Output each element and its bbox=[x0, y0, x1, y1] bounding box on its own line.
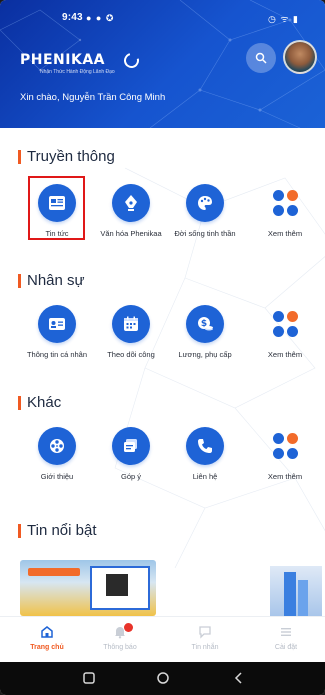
menu-item-introduction[interactable]: Giới thiệu bbox=[22, 427, 92, 482]
avatar[interactable] bbox=[283, 40, 317, 74]
section-title-hr: Nhân sự bbox=[18, 272, 85, 289]
palette-icon bbox=[186, 184, 224, 222]
app-screen: 9:43 ● ● ✪ ◷ ᯤ ▮ PHENIKAA Nhận Thức Hành… bbox=[0, 0, 325, 695]
status-bar: 9:43 ● ● ✪ ◷ ᯤ ▮ bbox=[0, 12, 325, 28]
menu-item-feedback[interactable]: Góp ý bbox=[96, 427, 166, 482]
bottom-navigation: Trang chủ Thông báo Tin nhắn Cài đặt bbox=[0, 616, 325, 662]
recent-apps-icon[interactable] bbox=[82, 671, 96, 690]
search-button[interactable] bbox=[246, 43, 276, 73]
news-thumbnail[interactable] bbox=[20, 560, 156, 616]
section-title-text: Truyền thông bbox=[27, 148, 115, 165]
nav-notifications[interactable]: Thông báo bbox=[90, 623, 150, 651]
menu-item-more-media[interactable]: Xem thêm bbox=[250, 184, 320, 239]
back-icon[interactable] bbox=[232, 671, 246, 690]
home-icon bbox=[17, 623, 77, 641]
section-title-text: Tin nổi bật bbox=[27, 522, 97, 539]
section-accent-bar bbox=[18, 395, 21, 410]
status-icons: ● ● ✪ bbox=[86, 13, 115, 23]
menu-item-more-hr[interactable]: Xem thêm bbox=[250, 305, 320, 360]
menu-item-label: Theo dõi công bbox=[107, 350, 155, 359]
nav-label: Tin nhắn bbox=[191, 644, 219, 651]
menu-item-spiritual-life[interactable]: Đời sống tinh thần bbox=[170, 184, 240, 239]
status-time: 9:43 bbox=[62, 12, 83, 23]
menu-item-label: Giới thiệu bbox=[40, 472, 74, 481]
menu-item-label: Lương, phụ cấp bbox=[178, 350, 232, 359]
menu-item-label: Xem thêm bbox=[267, 472, 303, 481]
menu-item-label: Đời sống tinh thần bbox=[174, 229, 236, 238]
feedback-icon bbox=[112, 427, 150, 465]
section-title-text: Khác bbox=[27, 394, 62, 411]
menu-item-more-other[interactable]: Xem thêm bbox=[250, 427, 320, 482]
brand-name: PHENIKAA bbox=[20, 52, 105, 68]
nav-home[interactable]: Trang chủ bbox=[17, 623, 77, 651]
nav-messages[interactable]: Tin nhắn bbox=[175, 623, 235, 651]
menu-item-attendance[interactable]: Theo dõi công bbox=[96, 305, 166, 360]
nav-label: Trang chủ bbox=[30, 644, 64, 651]
section-accent-bar bbox=[18, 149, 21, 164]
section-accent-bar bbox=[18, 523, 21, 538]
more-dots-icon bbox=[266, 427, 304, 465]
menu-item-label: Xem thêm bbox=[267, 350, 303, 359]
home-system-icon[interactable] bbox=[156, 671, 170, 690]
more-dots-icon bbox=[266, 305, 304, 343]
menu-item-culture[interactable]: Văn hóa Phenikaa bbox=[96, 184, 166, 239]
brand-slogan: Nhận Thức Hành Động Lãnh Đạo bbox=[40, 69, 115, 75]
menu-item-label: Góp ý bbox=[120, 472, 141, 481]
nav-label: Cài đặt bbox=[274, 644, 298, 651]
calendar-icon bbox=[112, 305, 150, 343]
message-icon bbox=[175, 623, 235, 641]
status-right-icons: ◷ ᯤ ▮ bbox=[267, 14, 299, 24]
brand-logo: PHENIKAA Nhận Thức Hành Động Lãnh Đạo bbox=[20, 50, 142, 75]
bell-icon bbox=[90, 623, 150, 641]
pen-nib-icon bbox=[112, 184, 150, 222]
menu-item-personal-info[interactable]: Thông tin cá nhân bbox=[22, 305, 92, 360]
nav-settings[interactable]: Cài đặt bbox=[256, 623, 316, 651]
featured-news-carousel[interactable] bbox=[0, 558, 325, 616]
menu-item-label: Xem thêm bbox=[267, 229, 303, 238]
greeting-text: Xin chào, Nguyễn Trần Công Minh bbox=[20, 92, 166, 103]
id-card-icon bbox=[38, 305, 76, 343]
phone-icon bbox=[186, 427, 224, 465]
section-title-text: Nhân sự bbox=[27, 272, 85, 289]
film-reel-icon bbox=[38, 427, 76, 465]
system-navigation-bar bbox=[0, 662, 325, 695]
section-accent-bar bbox=[18, 273, 21, 288]
menu-item-contact[interactable]: Liên hệ bbox=[170, 427, 240, 482]
menu-item-label: Văn hóa Phenikaa bbox=[100, 229, 162, 238]
main-content: Truyền thông Tin tức Văn hóa Phenikaa Đờ… bbox=[0, 128, 325, 616]
settings-icon bbox=[256, 623, 316, 641]
menu-item-label: Thông tin cá nhân bbox=[26, 350, 88, 359]
section-title-media: Truyền thông bbox=[18, 148, 115, 165]
menu-item-label: Liên hệ bbox=[192, 472, 218, 481]
news-thumbnail[interactable] bbox=[270, 566, 322, 616]
more-dots-icon bbox=[266, 184, 304, 222]
salary-icon: $ bbox=[186, 305, 224, 343]
notification-badge bbox=[124, 623, 133, 632]
menu-item-salary[interactable]: $ Lương, phụ cấp bbox=[170, 305, 240, 360]
header: 9:43 ● ● ✪ ◷ ᯤ ▮ PHENIKAA Nhận Thức Hành… bbox=[0, 0, 325, 128]
nav-label: Thông báo bbox=[103, 644, 137, 651]
highlight-box bbox=[28, 176, 85, 240]
search-icon bbox=[255, 52, 267, 64]
section-title-other: Khác bbox=[18, 394, 61, 411]
section-title-news: Tin nổi bật bbox=[18, 522, 97, 539]
